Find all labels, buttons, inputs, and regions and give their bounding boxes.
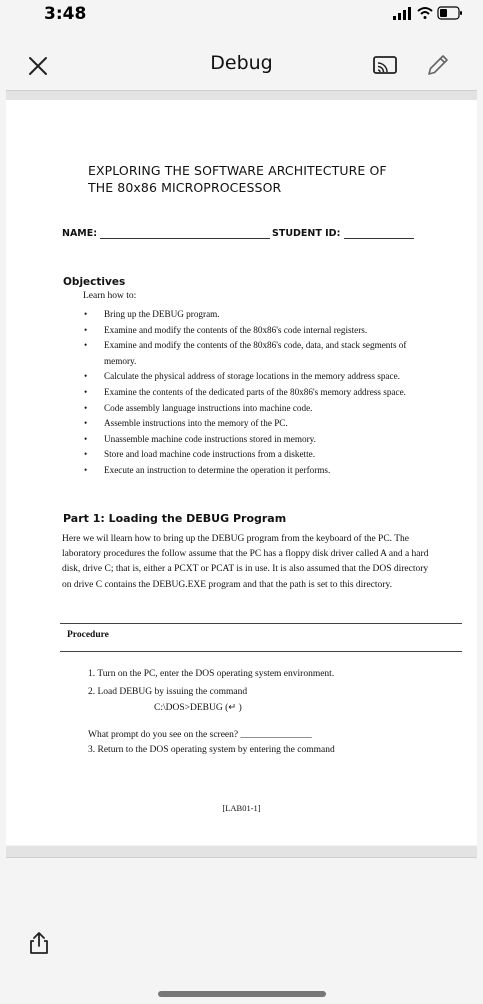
name-blank bbox=[100, 238, 270, 239]
name-label: NAME: bbox=[62, 228, 98, 239]
list-item: • Unassemble machine code instructions st… bbox=[84, 433, 316, 444]
prompt-question: What prompt do you see on the screen? __… bbox=[88, 730, 312, 740]
signal-icon bbox=[393, 7, 411, 20]
battery-icon bbox=[437, 6, 462, 20]
document-title: Debug bbox=[210, 52, 273, 74]
heading-line-2: THE 80x86 MICROPROCESSOR bbox=[88, 180, 282, 195]
student-id-blank bbox=[344, 238, 414, 239]
part1-title: Part 1: Loading the DEBUG Program bbox=[63, 512, 287, 525]
objectives-lead: Learn how to: bbox=[83, 291, 137, 301]
procedure-top-rule bbox=[60, 623, 462, 624]
wifi-icon bbox=[417, 7, 433, 19]
step-3: 3. Return to the DOS operating system by… bbox=[88, 745, 335, 755]
list-item: • Assemble instructions into the memory o… bbox=[84, 418, 288, 429]
list-item: • Examine and modify the contents of the … bbox=[84, 324, 368, 335]
status-icons bbox=[393, 6, 462, 20]
top-divider bbox=[6, 90, 477, 100]
list-item: • Bring up the DEBUG program. bbox=[84, 309, 220, 319]
objectives-list: • Bring up the DEBUG program. • Examine an… bbox=[84, 307, 434, 479]
heading-line-1: EXPLORING THE SOFTWARE ARCHITECTURE OF bbox=[88, 163, 387, 178]
procedure-label: Procedure bbox=[67, 630, 109, 640]
step-2: 2. Load DEBUG by issuing the command bbox=[88, 687, 248, 697]
bottom-divider bbox=[6, 846, 477, 858]
home-indicator[interactable] bbox=[158, 991, 326, 997]
list-item: • Code assembly language instructions int… bbox=[84, 402, 313, 413]
document-toolbar: Debug bbox=[0, 40, 483, 92]
page-label: [LAB01-1] bbox=[222, 803, 261, 813]
student-id-label: STUDENT ID: bbox=[272, 228, 341, 239]
list-item: • Store and load machine code instruction… bbox=[84, 449, 315, 460]
procedure-bottom-rule bbox=[60, 651, 462, 652]
list-item: • Examine and modify the contents of the … bbox=[84, 340, 407, 366]
status-time: 3:48 bbox=[44, 4, 87, 24]
status-bar: 3:48 bbox=[0, 0, 483, 30]
share-icon[interactable] bbox=[26, 930, 52, 956]
list-item: • Calculate the physical address of stora… bbox=[84, 371, 400, 382]
list-item: • Examine the contents of the dedicated p… bbox=[84, 386, 406, 397]
part1-intro: Here we wil llearn how to bring up the D… bbox=[62, 534, 429, 590]
cast-icon[interactable] bbox=[372, 54, 398, 76]
edit-pencil-icon[interactable] bbox=[425, 52, 451, 78]
objectives-title: Objectives bbox=[63, 276, 126, 288]
document-page[interactable]: EXPLORING THE SOFTWARE ARCHITECTURE OF T… bbox=[6, 100, 477, 845]
debug-command: C:\DOS>DEBUG (↵ ) bbox=[154, 703, 242, 713]
list-item: • Execute an instruction to determine the… bbox=[84, 464, 331, 475]
step-1: 1. Turn on the PC, enter the DOS operati… bbox=[88, 669, 335, 679]
document-heading: EXPLORING THE SOFTWARE ARCHITECTURE OF T… bbox=[88, 162, 428, 196]
